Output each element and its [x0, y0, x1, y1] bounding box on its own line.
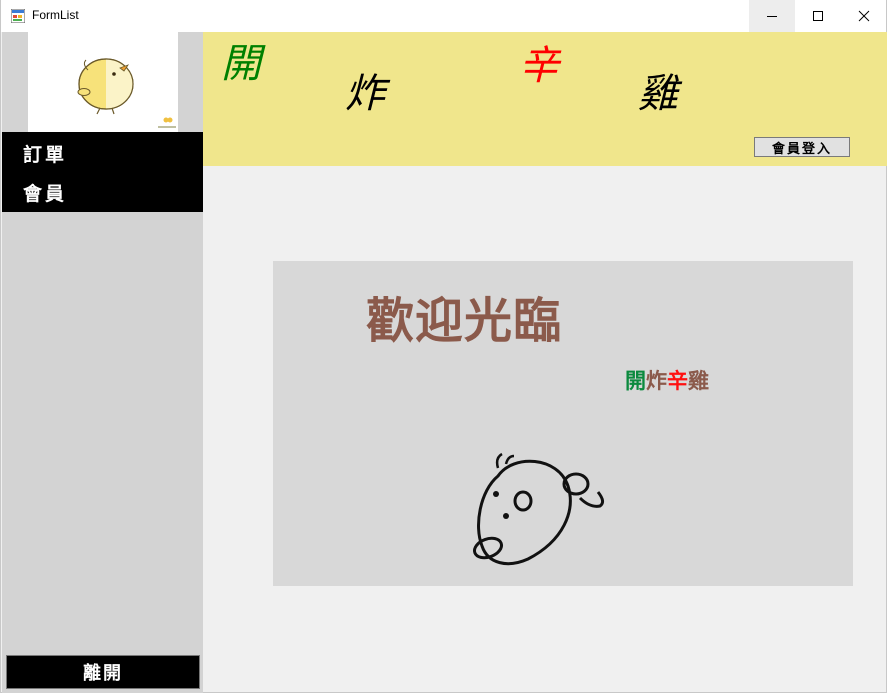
title-bar: FormList — [1, 0, 886, 32]
maximize-button[interactable] — [795, 0, 841, 32]
brand-char-xin: 辛 — [667, 369, 688, 393]
chick-doodle-icon — [472, 452, 605, 566]
close-icon — [858, 10, 870, 22]
member-login-button[interactable]: 會員登入 — [754, 137, 850, 157]
exit-button[interactable]: 離開 — [6, 655, 200, 689]
header-char-zha: 炸 — [345, 71, 385, 117]
header-char-xin: 辛 — [519, 43, 559, 89]
brand-char-ji: 雞 — [688, 369, 709, 393]
brand-name: 開炸辛雞 — [625, 365, 709, 395]
maximize-icon — [813, 11, 823, 21]
brand-char-kai: 開 — [625, 369, 646, 393]
header-banner: 開 炸 辛 雞 會員登入 — [203, 32, 887, 166]
welcome-title: 歡迎光臨 — [366, 293, 563, 349]
chick-logo-icon — [77, 58, 176, 128]
side-menu: 訂單 會員 — [2, 132, 203, 212]
header-char-kai: 開 — [221, 41, 261, 87]
header-char-ji: 雞 — [638, 71, 678, 117]
logo — [28, 32, 178, 132]
close-button[interactable] — [841, 0, 887, 32]
menu-item-members[interactable]: 會員 — [23, 179, 67, 206]
form-list-window: FormList 訂單 會員 離開 開 炸 辛 雞 會員登入 歡迎光臨 開炸辛雞 — [0, 0, 887, 693]
sidebar: 訂單 會員 離開 — [2, 32, 203, 693]
brand-char-zha: 炸 — [646, 369, 667, 393]
menu-item-orders[interactable]: 訂單 — [23, 140, 67, 167]
app-icon — [11, 9, 25, 23]
window-title: FormList — [32, 8, 79, 22]
minimize-icon — [767, 16, 777, 17]
welcome-panel: 歡迎光臨 開炸辛雞 — [273, 261, 853, 586]
minimize-button[interactable] — [749, 0, 795, 32]
